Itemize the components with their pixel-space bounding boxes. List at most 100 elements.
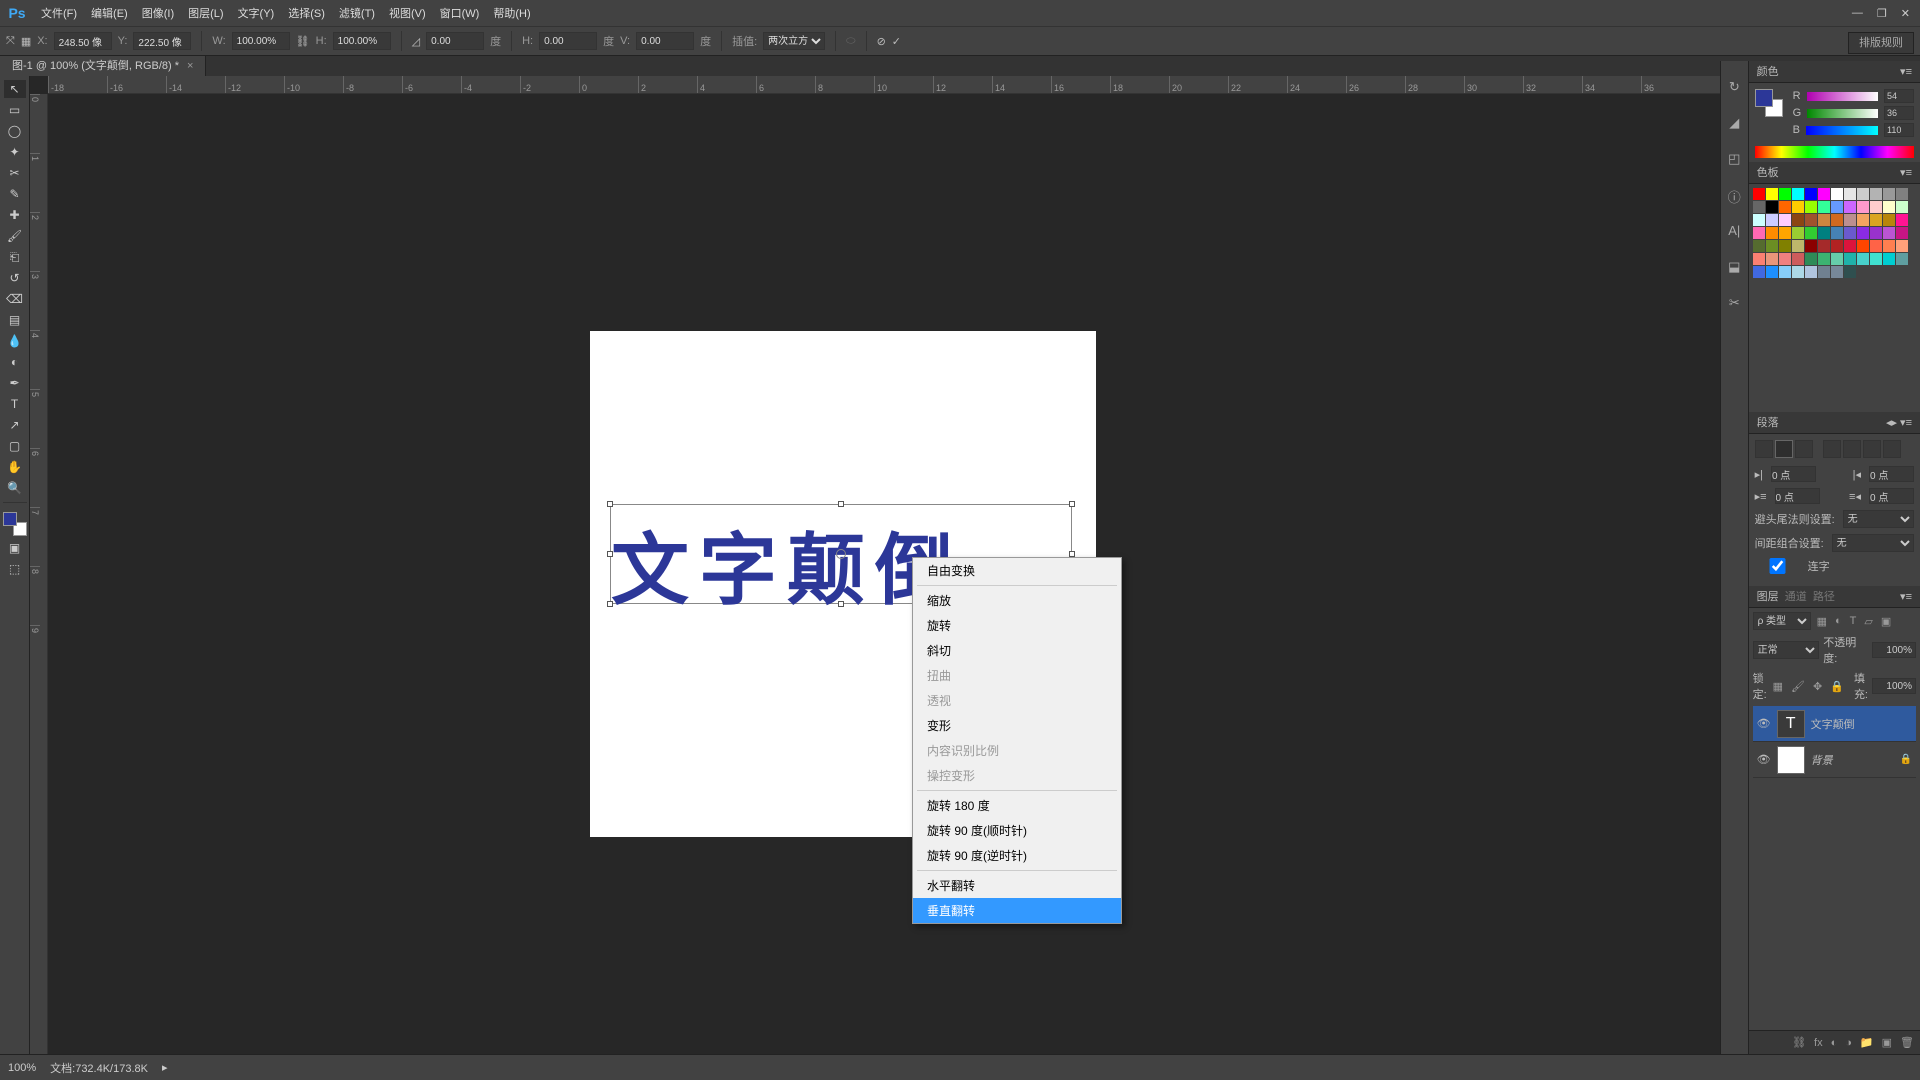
swatch[interactable] [1779,240,1791,252]
filter-type-icon[interactable]: T [1848,615,1859,627]
swatch[interactable] [1779,201,1791,213]
skew-h-field[interactable] [539,32,597,50]
fx-icon[interactable]: fx [1814,1037,1823,1049]
adj-icon[interactable]: ◑ [1845,1037,1852,1049]
path-tool[interactable]: ↗ [4,416,26,434]
blend-mode[interactable]: 正常 [1753,641,1820,659]
swatch[interactable] [1870,214,1882,226]
pen-tool[interactable]: ✒ [4,374,26,392]
indent-right[interactable] [1869,466,1914,482]
trash-icon[interactable]: 🗑 [1900,1036,1914,1049]
minimize-icon[interactable]: — [1852,7,1863,19]
swatch[interactable] [1883,214,1895,226]
link-layers-icon[interactable]: ⛓ [1792,1036,1806,1049]
context-item[interactable]: 斜切 [913,638,1121,663]
swatch[interactable] [1844,188,1856,200]
visibility-icon[interactable]: 👁 [1757,753,1771,766]
fg-bg-color[interactable] [3,512,27,536]
context-item[interactable]: 水平翻转 [913,873,1121,898]
swatch[interactable] [1753,188,1765,200]
fill-field[interactable] [1872,678,1916,694]
link-icon[interactable]: ⛓ [296,35,310,48]
quickmask-icon[interactable]: ▣ [4,539,26,557]
swatch[interactable] [1844,214,1856,226]
swatch[interactable] [1870,201,1882,213]
navigator-icon[interactable]: ◰ [1725,151,1743,169]
menu-item[interactable]: 图层(L) [181,5,230,21]
swatch[interactable] [1792,227,1804,239]
hand-tool[interactable]: ✋ [4,458,26,476]
color-spectrum[interactable] [1755,146,1914,158]
align-center-button[interactable] [1775,440,1793,458]
justify-center-button[interactable] [1843,440,1861,458]
mojikumi-select[interactable]: 无 [1832,534,1914,552]
swatch[interactable] [1857,253,1869,265]
swatch[interactable] [1870,240,1882,252]
move-tool[interactable]: ↖ [4,80,26,98]
history-brush-tool[interactable]: ↺ [4,269,26,287]
transform-icon[interactable]: ⤧ [6,35,15,48]
lasso-tool[interactable]: ◯ [4,122,26,140]
type-tool[interactable]: T [4,395,26,413]
justify-left-button[interactable] [1823,440,1841,458]
swatch[interactable] [1831,214,1843,226]
menu-item[interactable]: 文件(F) [34,5,84,21]
filter-shape-icon[interactable]: ▱ [1862,615,1874,628]
angle-field[interactable] [426,32,484,50]
anchor-icon[interactable]: ▦ [21,35,31,48]
g-value[interactable] [1884,106,1914,120]
layers-panel-header[interactable]: 图层 通道 路径▾≡ [1749,586,1920,608]
context-item[interactable]: 变形 [913,713,1121,738]
info-icon[interactable]: ⓘ [1725,187,1743,205]
close-icon[interactable]: ✕ [1901,7,1910,20]
context-item[interactable]: 旋转 [913,613,1121,638]
swatch[interactable] [1779,266,1791,278]
swatch[interactable] [1805,253,1817,265]
swatch[interactable] [1766,201,1778,213]
menu-item[interactable]: 编辑(E) [84,5,135,21]
kinsoku-select[interactable]: 无 [1843,510,1914,528]
swatch[interactable] [1766,188,1778,200]
swatch[interactable] [1792,214,1804,226]
swatch[interactable] [1844,253,1856,265]
swatch[interactable] [1805,214,1817,226]
gradient-tool[interactable]: ▤ [4,311,26,329]
swatch[interactable] [1896,188,1908,200]
mask-icon[interactable]: ◐ [1831,1037,1838,1049]
y-field[interactable] [133,32,191,50]
interp-select[interactable]: 两次立方 [763,32,825,50]
styles-icon[interactable]: ⬓ [1725,259,1743,277]
blur-tool[interactable]: 💧 [4,332,26,350]
swatch[interactable] [1805,240,1817,252]
fg-bg-swatch[interactable] [1755,89,1783,117]
eraser-tool[interactable]: ⌫ [4,290,26,308]
swatch[interactable] [1857,227,1869,239]
cancel-icon[interactable]: ⊘ [877,35,886,48]
swatch[interactable] [1818,214,1830,226]
shape-tool[interactable]: ▢ [4,437,26,455]
swatch[interactable] [1896,201,1908,213]
swatch[interactable] [1818,266,1830,278]
swatch[interactable] [1818,188,1830,200]
swatch[interactable] [1831,240,1843,252]
first-indent[interactable] [1775,488,1820,504]
maximize-icon[interactable]: ❐ [1877,7,1887,20]
indent-left[interactable] [1771,466,1816,482]
swatch[interactable] [1779,253,1791,265]
swatch[interactable] [1883,188,1895,200]
swatch[interactable] [1766,266,1778,278]
hyphen-checkbox[interactable] [1755,558,1800,574]
swatch[interactable] [1792,240,1804,252]
r-slider[interactable] [1807,92,1878,101]
swatch[interactable] [1753,266,1765,278]
marquee-tool[interactable]: ▭ [4,101,26,119]
opacity-field[interactable] [1872,642,1916,658]
swatch[interactable] [1766,227,1778,239]
swatch[interactable] [1805,266,1817,278]
r-value[interactable] [1884,89,1914,103]
space-after[interactable] [1869,488,1914,504]
swatch[interactable] [1753,201,1765,213]
swatch[interactable] [1857,188,1869,200]
swatch[interactable] [1857,240,1869,252]
context-item[interactable]: 垂直翻转 [913,898,1121,923]
